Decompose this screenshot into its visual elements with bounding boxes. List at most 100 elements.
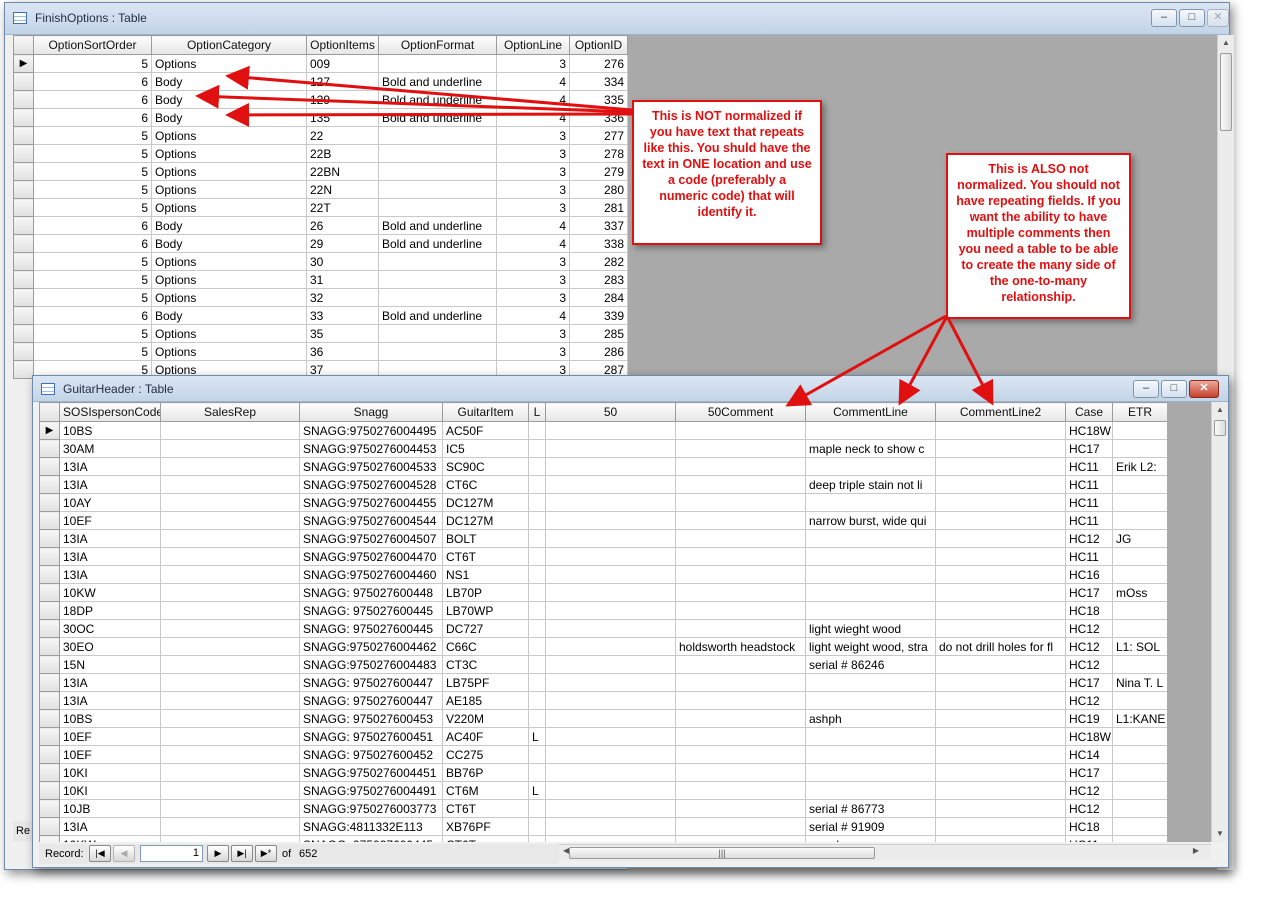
table-cell[interactable]: 339 (569, 306, 628, 325)
column-header[interactable]: Snagg (299, 402, 443, 422)
table-row[interactable]: 5 Options 22T 3 281 (13, 198, 628, 217)
row-selector[interactable] (39, 493, 60, 512)
table-cell[interactable] (545, 565, 676, 584)
table-cell[interactable] (378, 126, 497, 145)
table-cell[interactable]: LB70WP (442, 601, 529, 620)
table-cell[interactable]: 337 (569, 216, 628, 235)
table-cell[interactable] (805, 529, 936, 548)
table-cell[interactable]: HC11 (1065, 835, 1113, 842)
finishoptions-title-bar[interactable]: FinishOptions : Table – □ ✕ (5, 3, 1229, 35)
row-selector[interactable] (39, 781, 60, 800)
table-cell[interactable] (675, 565, 806, 584)
table-cell[interactable]: Bold and underline (378, 108, 497, 127)
table-cell[interactable]: 36 (306, 342, 379, 361)
table-cell[interactable] (805, 673, 936, 692)
table-cell[interactable]: SNAGG:9750276004460 (299, 565, 443, 584)
table-cell[interactable]: 10EF (59, 727, 161, 746)
table-cell[interactable]: 6 (33, 90, 152, 109)
table-cell[interactable]: 283 (569, 270, 628, 289)
table-cell[interactable] (1112, 439, 1167, 458)
table-cell[interactable] (805, 421, 936, 440)
table-cell[interactable] (1112, 781, 1167, 800)
table-cell[interactable] (160, 475, 300, 494)
table-cell[interactable]: 009 (306, 54, 379, 73)
table-cell[interactable]: 10BS (59, 421, 161, 440)
table-cell[interactable] (378, 180, 497, 199)
table-cell[interactable]: L (528, 727, 546, 746)
row-selector[interactable] (39, 763, 60, 782)
table-row[interactable]: 5 Options 30 3 282 (13, 252, 628, 271)
table-row[interactable]: 5 Options 22N 3 280 (13, 180, 628, 199)
table-cell[interactable]: HC12 (1065, 781, 1113, 800)
table-cell[interactable]: SNAGG:9750276003773 (299, 799, 443, 818)
table-cell[interactable] (528, 799, 546, 818)
table-cell[interactable] (935, 421, 1066, 440)
table-cell[interactable] (545, 547, 676, 566)
table-cell[interactable] (160, 457, 300, 476)
table-cell[interactable] (935, 763, 1066, 782)
table-row[interactable]: 15N SNAGG:9750276004483 CT3C serial # 86246… (39, 655, 1167, 674)
row-selector[interactable] (13, 324, 34, 343)
row-selector[interactable] (39, 511, 60, 530)
column-header[interactable]: OptionLine (496, 35, 570, 55)
table-cell[interactable] (675, 691, 806, 710)
table-cell[interactable] (378, 144, 497, 163)
column-header[interactable]: OptionItems (306, 35, 379, 55)
guitarheader-datasheet[interactable]: SOSIspersonCode SalesRep Snagg GuitarIte… (39, 402, 1167, 842)
table-row[interactable]: 5 Options 22BN 3 279 (13, 162, 628, 181)
table-row[interactable]: 13IA SNAGG:9750276004528 CT6C deep triple s… (39, 475, 1167, 494)
table-cell[interactable] (545, 439, 676, 458)
table-cell[interactable]: do not drill holes for fl (935, 637, 1066, 656)
table-cell[interactable]: 10EF (59, 511, 161, 530)
table-cell[interactable]: 6 (33, 234, 152, 253)
row-selector[interactable] (39, 457, 60, 476)
table-cell[interactable] (1112, 547, 1167, 566)
table-cell[interactable]: 3 (496, 342, 570, 361)
table-cell[interactable] (545, 583, 676, 602)
table-cell[interactable] (160, 529, 300, 548)
table-cell[interactable] (545, 457, 676, 476)
finishoptions-datasheet[interactable]: OptionSortOrder OptionCategory OptionIte… (13, 35, 628, 379)
table-cell[interactable] (545, 799, 676, 818)
table-cell[interactable]: 129 (306, 90, 379, 109)
table-cell[interactable]: 3 (496, 180, 570, 199)
table-cell[interactable] (160, 421, 300, 440)
table-cell[interactable] (675, 763, 806, 782)
table-cell[interactable]: 285 (569, 324, 628, 343)
row-selector[interactable] (13, 198, 34, 217)
table-cell[interactable]: maple neck to show c (805, 439, 936, 458)
table-cell[interactable] (545, 727, 676, 746)
table-row[interactable]: 5 Options 22B 3 278 (13, 144, 628, 163)
table-cell[interactable] (935, 799, 1066, 818)
table-cell[interactable]: 5 (33, 162, 152, 181)
table-cell[interactable]: HC12 (1065, 529, 1113, 548)
table-row[interactable]: 30EO SNAGG:9750276004462 C66C holdsworth he… (39, 637, 1167, 656)
table-cell[interactable]: SNAGG: 975027600447 (299, 691, 443, 710)
record-number-input[interactable]: 1 (140, 845, 203, 862)
table-cell[interactable]: HC14 (1065, 745, 1113, 764)
column-header[interactable]: GuitarItem (442, 402, 529, 422)
table-cell[interactable]: HC12 (1065, 655, 1113, 674)
table-row[interactable]: 6 Body 26 Bold and underline 4 337 (13, 216, 628, 235)
table-cell[interactable]: SC90C (442, 457, 529, 476)
table-cell[interactable]: V220M (442, 709, 529, 728)
table-cell[interactable] (1112, 565, 1167, 584)
table-cell[interactable] (805, 745, 936, 764)
table-cell[interactable] (935, 709, 1066, 728)
column-header[interactable]: 50Comment (675, 402, 806, 422)
table-cell[interactable]: 5 (33, 252, 152, 271)
table-cell[interactable]: 5 (33, 270, 152, 289)
table-cell[interactable]: HC11 (1065, 475, 1113, 494)
table-cell[interactable]: LB75PF (442, 673, 529, 692)
table-cell[interactable] (528, 421, 546, 440)
table-cell[interactable]: 13IA (59, 475, 161, 494)
table-cell[interactable]: CT6T (442, 835, 529, 842)
table-cell[interactable]: 4 (496, 108, 570, 127)
new-record-icon[interactable]: ▶* (255, 845, 277, 862)
scroll-down-arrow-icon[interactable]: ▼ (1212, 826, 1228, 842)
table-cell[interactable] (528, 673, 546, 692)
table-cell[interactable] (1112, 511, 1167, 530)
table-cell[interactable]: 127 (306, 72, 379, 91)
table-cell[interactable]: Options (151, 162, 307, 181)
row-selector[interactable] (39, 799, 60, 818)
